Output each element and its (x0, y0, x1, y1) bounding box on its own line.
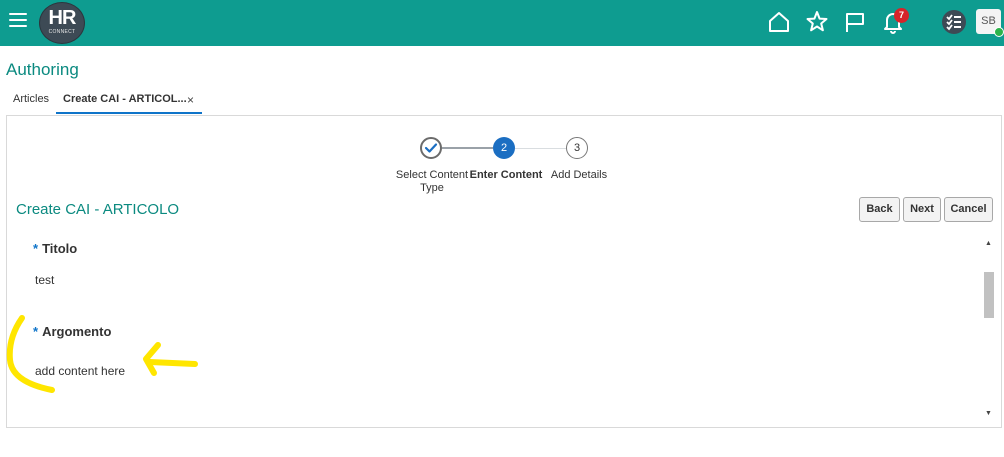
next-button[interactable]: Next (903, 197, 941, 222)
online-status-dot (994, 27, 1004, 37)
back-button[interactable]: Back (859, 197, 900, 222)
titolo-field[interactable]: test (35, 273, 54, 287)
flag-icon[interactable] (842, 9, 868, 35)
tab-articles[interactable]: Articles (13, 93, 49, 105)
form-scrollbar[interactable]: ▲ ▼ (983, 239, 994, 419)
top-bar: HR CONNECT 7 SB (0, 0, 1004, 46)
step-3-label: Add Details (550, 169, 608, 181)
step-2-label: Enter Content (469, 169, 543, 181)
step-1-label: Select Content Type (395, 169, 469, 194)
argomento-field[interactable]: add content here (35, 364, 125, 378)
step-connector (515, 148, 566, 149)
scroll-down-arrow-icon[interactable]: ▼ (983, 409, 994, 419)
step-1-completed[interactable] (420, 137, 442, 159)
content-panel (6, 115, 1002, 428)
step-3-pending[interactable]: 3 (566, 137, 588, 159)
menu-icon[interactable] (9, 13, 27, 27)
star-icon[interactable] (804, 9, 830, 35)
form-title: Create CAI - ARTICOLO (16, 201, 180, 218)
hr-connect-logo[interactable]: HR CONNECT (39, 2, 85, 44)
scroll-up-arrow-icon[interactable]: ▲ (983, 239, 994, 249)
step-connector (442, 147, 493, 149)
argomento-label: * Argomento (33, 324, 112, 339)
cancel-button[interactable]: Cancel (944, 197, 993, 222)
titolo-label: * Titolo (33, 241, 78, 256)
required-marker: * (33, 241, 39, 256)
required-marker: * (33, 324, 39, 339)
checklist-icon[interactable] (941, 9, 967, 35)
tab-create-cai-articolo[interactable]: Create CAI - ARTICOL... (63, 93, 187, 105)
page-title: Authoring (6, 60, 79, 79)
close-tab-icon[interactable]: × (187, 93, 194, 107)
notification-badge: 7 (894, 8, 909, 23)
step-2-current[interactable]: 2 (493, 137, 515, 159)
home-icon[interactable] (766, 9, 792, 35)
active-tab-indicator (56, 112, 202, 114)
scroll-thumb[interactable] (984, 272, 994, 318)
checkmark-icon (424, 143, 438, 153)
